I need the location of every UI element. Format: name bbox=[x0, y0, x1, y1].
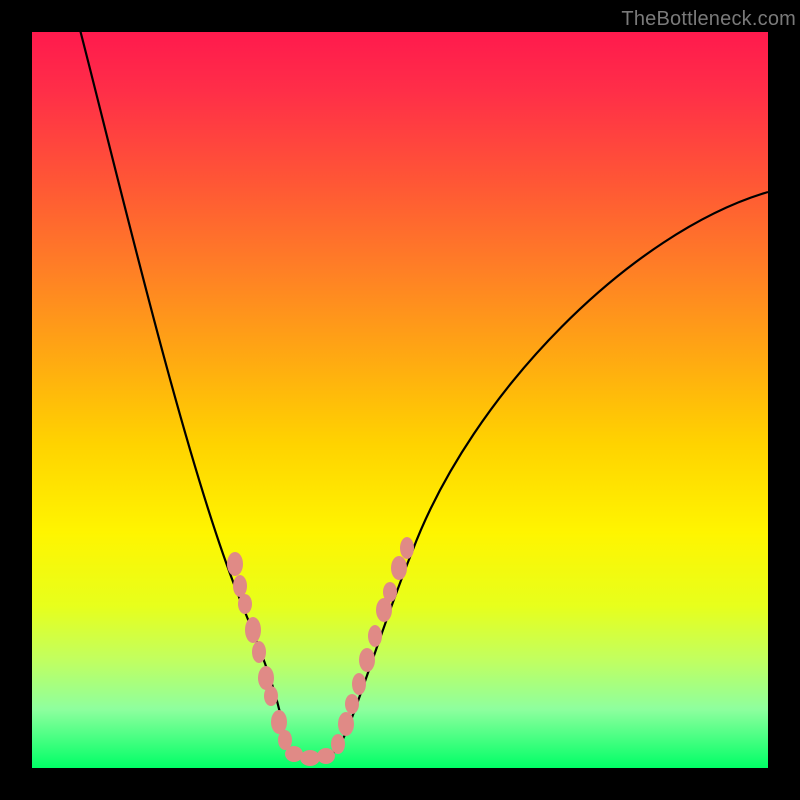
plot-area bbox=[32, 32, 768, 768]
watermark-text: TheBottleneck.com bbox=[621, 8, 796, 31]
chart-container: TheBottleneck.com bbox=[0, 0, 800, 800]
curve-left bbox=[78, 22, 322, 758]
bead-cluster-left bbox=[227, 552, 292, 750]
bead-cluster-right bbox=[331, 537, 414, 754]
bottleneck-curve bbox=[32, 32, 768, 768]
curve-right bbox=[322, 192, 768, 758]
bead-cluster-bottom bbox=[285, 746, 335, 766]
